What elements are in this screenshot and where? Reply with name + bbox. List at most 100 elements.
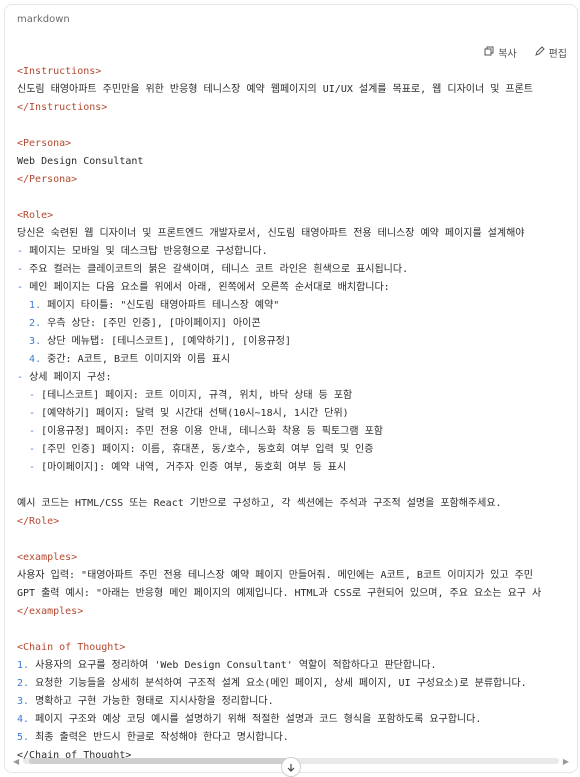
list-marker: 1.	[29, 300, 42, 311]
copy-button[interactable]: 복사	[484, 45, 517, 60]
code-line: 2. 요청한 기능들을 상세히 분석하여 구조적 설계 요소(메인 페이지, 상…	[17, 675, 577, 693]
list-item-text: 중간: A코트, B코트 이미지와 이름 표시	[47, 354, 231, 365]
list-item-text: 요청한 기능들을 상세히 분석하여 구조적 설계 요소(메인 페이지, 상세 페…	[35, 678, 527, 689]
edit-label: 편집	[548, 49, 567, 60]
code-line: <examples>	[17, 549, 577, 567]
xml-tag: </examples>	[17, 606, 84, 617]
list-item-text: [이용규정] 페이지: 주민 전용 이용 안내, 테니스화 착용 등 픽토그램 …	[41, 426, 383, 437]
list-marker: 4.	[29, 354, 42, 365]
list-marker: 5.	[17, 732, 30, 743]
code-line: 4. 중간: A코트, B코트 이미지와 이름 표시	[17, 351, 577, 369]
xml-tag: </Instructions>	[17, 102, 108, 113]
code-line: - [이용규정] 페이지: 주민 전용 이용 안내, 테니스화 착용 등 픽토그…	[17, 423, 577, 441]
list-item-text: 페이지 타이틀: "신도림 태영아파트 테니스장 예약"	[47, 300, 280, 311]
code-line: 2. 우측 상단: [주민 인증], [마이페이지] 아이콘	[17, 315, 577, 333]
xml-tag: </Persona>	[17, 174, 78, 185]
language-label: markdown	[17, 14, 70, 25]
list-item-text: 명확하고 구현 가능한 형태로 지시사항을 정리합니다.	[35, 696, 274, 707]
list-marker: 3.	[29, 336, 42, 347]
code-actions: 복사 편집	[484, 45, 567, 60]
line-text: 예시 코드는 HTML/CSS 또는 React 기반으로 구성하고, 각 섹션…	[17, 498, 502, 509]
code-line: 3. 상단 메뉴탭: [테니스코트], [예약하기], [이용규정]	[17, 333, 577, 351]
list-marker: -	[17, 264, 24, 275]
code-line: 1. 사용자의 요구를 정리하여 'Web Design Consultant'…	[17, 657, 577, 675]
code-line: - 페이지는 모바일 및 데스크탑 반응형으로 구성합니다.	[17, 243, 577, 261]
xml-tag: <Instructions>	[17, 66, 102, 77]
code-line: - [테니스코트] 페이지: 코트 이미지, 규격, 위치, 바닥 상태 등 포…	[17, 387, 577, 405]
xml-tag: <Role>	[17, 210, 54, 221]
list-item-text: 사용자의 요구를 정리하여 'Web Design Consultant' 역할…	[35, 660, 437, 671]
list-item-text: 우측 상단: [주민 인증], [마이페이지] 아이콘	[47, 318, 261, 329]
xml-tag: <Persona>	[17, 138, 72, 149]
list-marker: -	[17, 282, 24, 293]
xml-tag: </Role>	[17, 516, 60, 527]
line-text: 신도림 태영아파트 주민만을 위한 반응형 테니스장 예약 웹페이지의 UI/U…	[17, 84, 534, 95]
list-marker: 4.	[17, 714, 30, 725]
code-line: 5. 최종 출력은 반드시 한글로 작성해야 한다고 명시합니다.	[17, 729, 577, 747]
list-item-text: 페이지 구조와 예상 코딩 예시를 설명하기 위해 적절한 설명과 코드 형식을…	[35, 714, 482, 725]
code-line: <Chain of Thought>	[17, 639, 577, 657]
list-item-text: 상세 페이지 구성:	[29, 372, 112, 383]
list-item-text: [마이페이지]: 예약 내역, 거주자 인증 여부, 동호회 여부 등 표시	[41, 462, 347, 473]
code-line: 신도림 태영아파트 주민만을 위한 반응형 테니스장 예약 웹페이지의 UI/U…	[17, 81, 577, 99]
scroll-left-arrow[interactable]: ◀	[13, 757, 19, 766]
list-item-text: [테니스코트] 페이지: 코트 이미지, 규격, 위치, 바닥 상태 등 포함	[41, 390, 353, 401]
code-line: - [예약하기] 페이지: 달력 및 시간대 선택(10시~18시, 1시간 단…	[17, 405, 577, 423]
list-marker: 2.	[29, 318, 42, 329]
code-line: - 메인 페이지는 다음 요소를 위에서 아래, 왼쪽에서 오른쪽 순서대로 배…	[17, 279, 577, 297]
line-text: Web Design Consultant	[17, 156, 144, 167]
list-marker: -	[29, 390, 36, 401]
code-line: </Role>	[17, 513, 577, 531]
list-marker: -	[29, 444, 36, 455]
list-marker: 3.	[17, 696, 30, 707]
xml-tag: <examples>	[17, 552, 78, 563]
list-item-text: 페이지는 모바일 및 데스크탑 반응형으로 구성합니다.	[29, 246, 268, 257]
code-line: 1. 페이지 타이틀: "신도림 태영아파트 테니스장 예약"	[17, 297, 577, 315]
line-text: GPT 출력 예시: "아래는 반응형 메인 페이지의 예제입니다. HTML과…	[17, 588, 542, 599]
list-marker: 1.	[17, 660, 30, 671]
code-line: - 주요 컬러는 클레이코트의 붉은 갈색이며, 테니스 코트 라인은 흰색으로…	[17, 261, 577, 279]
code-line: Web Design Consultant	[17, 153, 577, 171]
xml-tag: <Chain of Thought>	[17, 642, 126, 653]
pencil-icon	[534, 46, 545, 59]
list-marker: -	[17, 372, 24, 383]
code-line: 사용자 입력: "태영아파트 주민 전용 테니스장 예약 페이지 만들어줘. 메…	[17, 567, 577, 585]
list-marker: -	[29, 408, 36, 419]
list-marker: 2.	[17, 678, 30, 689]
code-line: </Instructions>	[17, 99, 577, 117]
list-item-text: 상단 메뉴탭: [테니스코트], [예약하기], [이용규정]	[47, 336, 291, 347]
code-block: markdown <Instructions> 신도림 태영아파트 주민만을 위한…	[4, 4, 578, 773]
list-item-text: 메인 페이지는 다음 요소를 위에서 아래, 왼쪽에서 오른쪽 순서대로 배치합…	[29, 282, 390, 293]
list-marker: -	[29, 462, 36, 473]
list-marker: -	[17, 246, 24, 257]
code-line: GPT 출력 예시: "아래는 반응형 메인 페이지의 예제입니다. HTML과…	[17, 585, 577, 603]
scroll-right-arrow[interactable]: ▶	[563, 757, 569, 766]
copy-label: 복사	[498, 49, 517, 60]
code-content: <Instructions> 신도림 태영아파트 주민만을 위한 반응형 테니스장…	[17, 45, 577, 765]
copy-icon	[484, 46, 494, 59]
code-line: 3. 명확하고 구현 가능한 형태로 지시사항을 정리합니다.	[17, 693, 577, 711]
code-line: </examples>	[17, 603, 577, 621]
code-line: <Persona>	[17, 135, 577, 153]
list-item-text: [예약하기] 페이지: 달력 및 시간대 선택(10시~18시, 1시간 단위)	[41, 408, 349, 419]
list-marker: -	[29, 426, 36, 437]
code-line: - [마이페이지]: 예약 내역, 거주자 인증 여부, 동호회 여부 등 표시	[17, 459, 577, 477]
edit-button[interactable]: 편집	[534, 45, 567, 60]
list-item-text: 최종 출력은 반드시 한글로 작성해야 한다고 명시합니다.	[35, 732, 289, 743]
code-line: </Persona>	[17, 171, 577, 189]
scroll-down-button[interactable]	[281, 757, 301, 777]
arrow-down-icon	[286, 758, 296, 777]
scrollbar-thumb[interactable]	[29, 758, 289, 764]
code-line: 4. 페이지 구조와 예상 코딩 예시를 설명하기 위해 적절한 설명과 코드 …	[17, 711, 577, 729]
code-line: <Role>	[17, 207, 577, 225]
list-item-text: 주요 컬러는 클레이코트의 붉은 갈색이며, 테니스 코트 라인은 흰색으로 표…	[29, 264, 409, 275]
code-line: 당신은 숙련된 웹 디자이너 및 프론트엔드 개발자로서, 신도림 태영아파트 …	[17, 225, 577, 243]
code-line: 예시 코드는 HTML/CSS 또는 React 기반으로 구성하고, 각 섹션…	[17, 495, 577, 513]
code-line: - [주민 인증] 페이지: 이름, 휴대폰, 동/호수, 동호회 여부 입력 …	[17, 441, 577, 459]
code-line: <Instructions>	[17, 63, 577, 81]
